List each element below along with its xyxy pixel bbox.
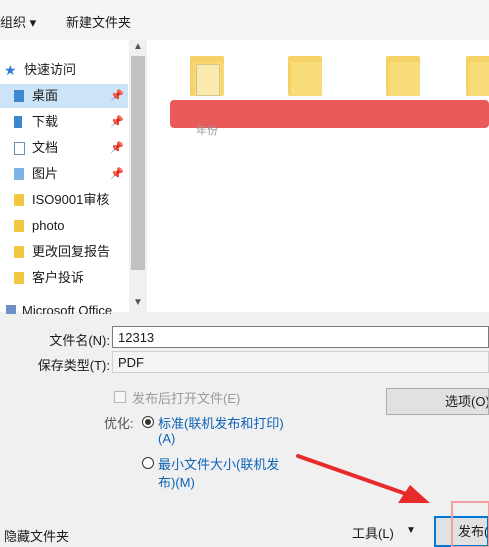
download-icon bbox=[14, 116, 22, 128]
minimum-option-label: 最小文件大小(联机发 bbox=[158, 457, 280, 472]
folder-thumb[interactable] bbox=[386, 52, 420, 96]
folder-icon bbox=[14, 246, 24, 258]
standard-option-label-2: (A) bbox=[158, 431, 176, 446]
nav-item-documents[interactable]: 文档 📌 bbox=[0, 136, 128, 160]
pin-icon[interactable]: 📌 bbox=[110, 162, 124, 186]
nav-label: 下载 bbox=[32, 114, 59, 129]
filetype-label: 保存类型(T): bbox=[37, 358, 110, 373]
nav-label: 快速访问 bbox=[24, 62, 77, 77]
desktop-icon bbox=[14, 90, 24, 102]
dropdown-arrow-icon[interactable]: ▼ bbox=[406, 525, 416, 536]
nav-item-pictures[interactable]: 图片 📌 bbox=[0, 162, 128, 186]
standard-option-label: 标准(联机发布和打印) bbox=[158, 416, 284, 431]
folder-icon bbox=[14, 272, 24, 284]
nav-label: 图片 bbox=[32, 166, 59, 181]
nav-label: Microsoft Office bbox=[22, 303, 113, 314]
new-folder-button[interactable]: 新建文件夹 bbox=[66, 12, 131, 31]
hide-folders-toggle[interactable]: 隐藏文件夹 bbox=[4, 526, 69, 545]
scroll-down-icon[interactable]: ▼ bbox=[133, 297, 143, 308]
nav-label: 客户投诉 bbox=[32, 270, 85, 285]
folder-icon bbox=[14, 194, 24, 206]
pin-icon[interactable]: 📌 bbox=[110, 136, 124, 160]
scroll-thumb[interactable] bbox=[131, 56, 145, 270]
optimize-label: 优化: bbox=[104, 416, 134, 431]
faint-file-label: 年份 bbox=[196, 125, 218, 137]
filetype-select[interactable]: PDF bbox=[112, 351, 489, 373]
open-after-publish-label: 发布后打开文件(E) bbox=[132, 391, 241, 406]
file-list-area: 年份 bbox=[148, 40, 489, 312]
star-icon: ★ bbox=[4, 62, 17, 78]
radio-minimum[interactable] bbox=[142, 457, 154, 469]
options-button[interactable]: 选项(O)... bbox=[386, 388, 489, 415]
nav-item-iso9001[interactable]: ISO9001审核 bbox=[0, 188, 128, 212]
nav-label: 文档 bbox=[32, 140, 59, 155]
nav-label: 更改回复报告 bbox=[32, 244, 111, 259]
picture-icon bbox=[14, 168, 24, 180]
open-after-publish-checkbox[interactable] bbox=[114, 391, 126, 403]
radio-standard[interactable] bbox=[142, 416, 154, 428]
pin-icon[interactable]: 📌 bbox=[110, 84, 124, 108]
nav-item-ms-office[interactable]: Microsoft Office bbox=[0, 302, 128, 314]
nav-item-downloads[interactable]: 下载 📌 bbox=[0, 110, 128, 134]
nav-item-desktop[interactable]: 桌面 📌 bbox=[0, 84, 128, 108]
pin-icon[interactable]: 📌 bbox=[110, 110, 124, 134]
nav-scrollbar[interactable]: ▲ ▼ bbox=[129, 40, 147, 312]
publish-button[interactable]: 发布(S) bbox=[434, 516, 489, 547]
nav-label: 桌面 bbox=[32, 88, 59, 103]
minimum-option-label-2: 布)(M) bbox=[158, 475, 195, 490]
nav-item-photo[interactable]: photo bbox=[0, 214, 128, 238]
scroll-up-icon[interactable]: ▲ bbox=[133, 41, 143, 52]
folder-icon bbox=[14, 220, 24, 232]
document-icon bbox=[14, 142, 25, 155]
organize-menu[interactable]: 组织 ▾ bbox=[0, 12, 36, 31]
nav-item-quick-access[interactable]: ★ 快速访问 bbox=[0, 58, 128, 82]
folder-thumb[interactable] bbox=[466, 52, 489, 96]
navigation-pane: ★ 快速访问 桌面 📌 下载 📌 文档 📌 图片 📌 ISO9001审核 pho… bbox=[0, 40, 149, 314]
folder-thumb[interactable] bbox=[288, 52, 322, 96]
toolbar: 组织 ▾ 新建文件夹 bbox=[0, 0, 489, 41]
nav-item-change-reply[interactable]: 更改回复报告 bbox=[0, 240, 128, 264]
folder-thumb[interactable] bbox=[190, 52, 224, 96]
tools-menu[interactable]: 工具(L) bbox=[352, 523, 394, 542]
filename-input[interactable]: 12313 bbox=[112, 326, 489, 348]
filename-label: 文件名(N): bbox=[49, 333, 110, 348]
nav-label: ISO9001审核 bbox=[32, 192, 110, 207]
nav-item-complaints[interactable]: 客户投诉 bbox=[0, 266, 128, 290]
nav-label: photo bbox=[32, 218, 65, 233]
office-icon bbox=[6, 305, 16, 314]
